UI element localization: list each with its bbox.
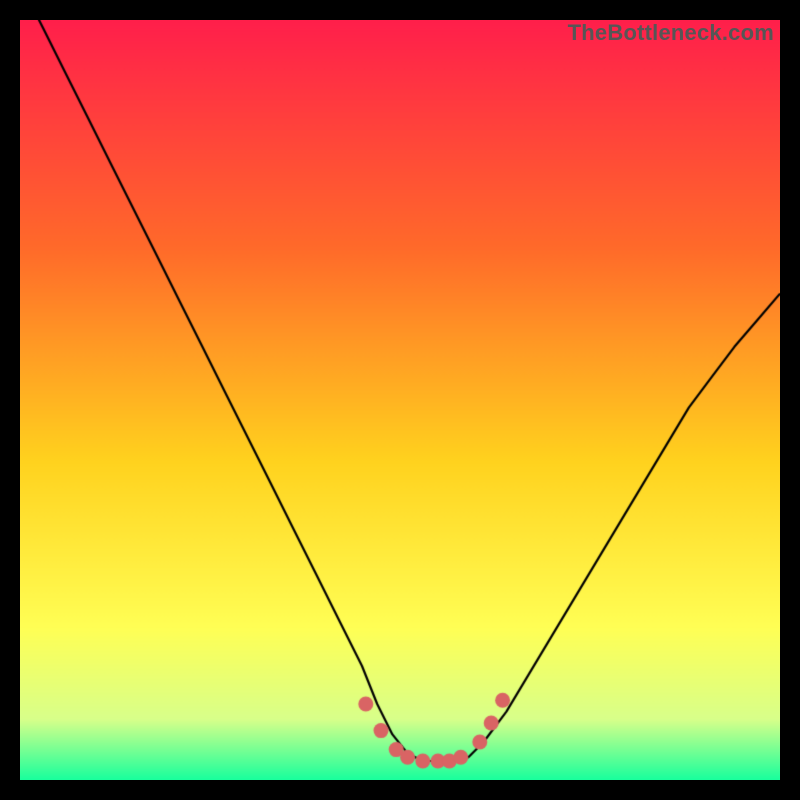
watermark-label: TheBottleneck.com <box>568 20 774 46</box>
bottleneck-chart-canvas <box>20 20 780 780</box>
chart-frame: TheBottleneck.com <box>20 20 780 780</box>
